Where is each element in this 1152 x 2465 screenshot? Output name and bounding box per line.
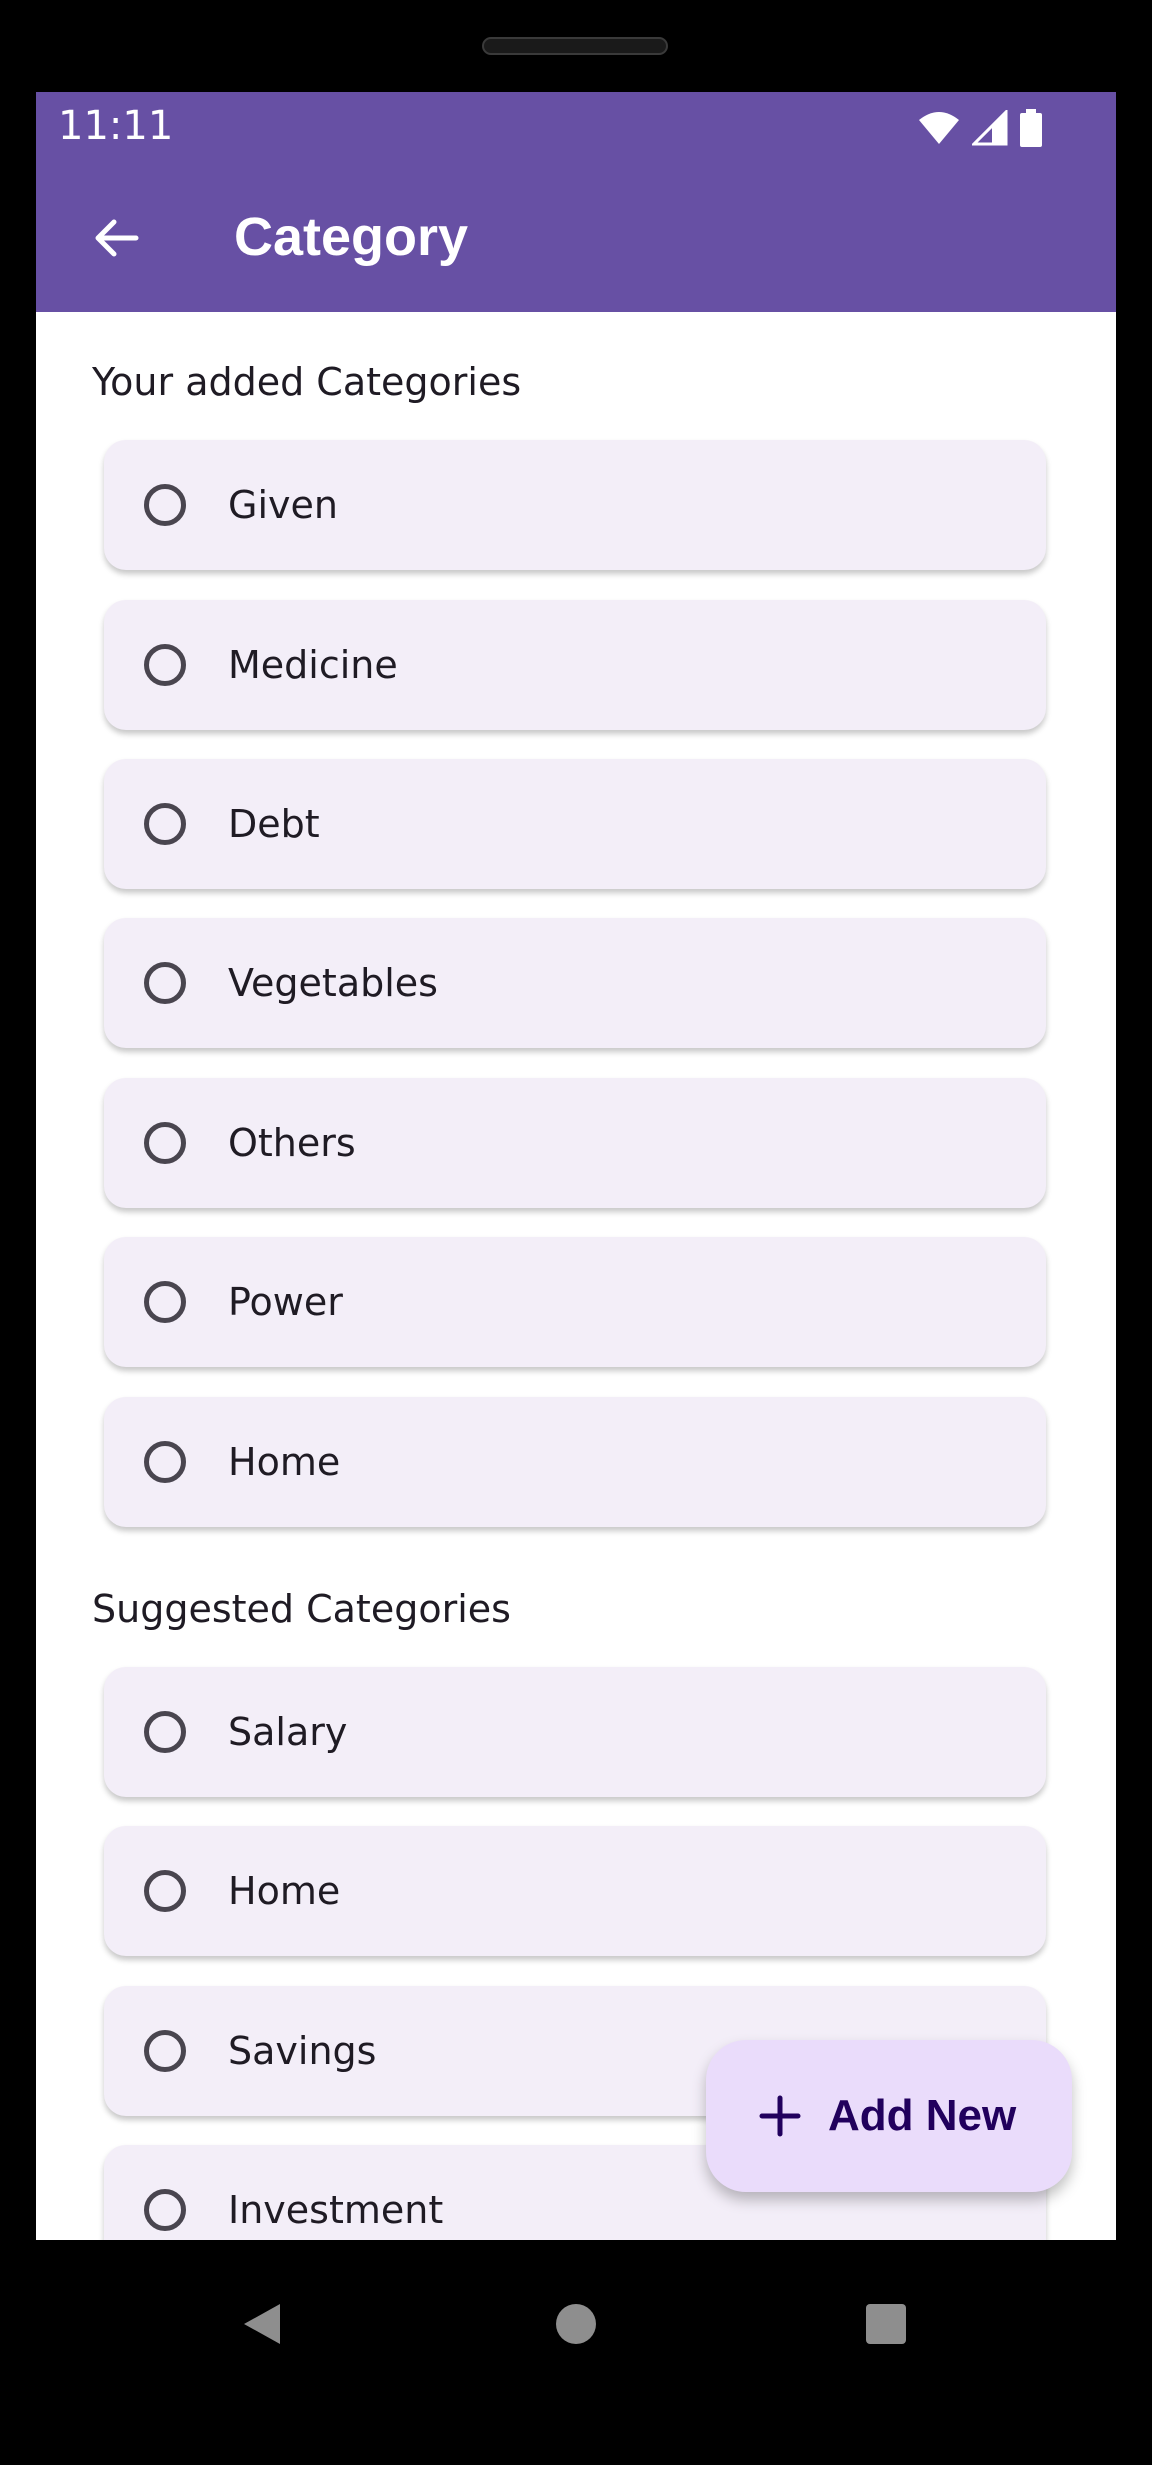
back-triangle-icon <box>244 2304 280 2344</box>
top-app-bar: Category <box>36 164 1116 312</box>
category-label: Others <box>228 1121 356 1165</box>
category-label: Given <box>228 483 338 527</box>
category-item-home[interactable]: Home <box>104 1397 1046 1527</box>
category-label: Salary <box>228 1710 348 1754</box>
suggested-item-home[interactable]: Home <box>104 1826 1046 1956</box>
arrow-back-icon <box>95 219 139 257</box>
signal-icon <box>972 110 1008 146</box>
category-label: Medicine <box>228 643 398 687</box>
radio-unchecked-icon[interactable] <box>144 2189 186 2231</box>
category-item-given[interactable]: Given <box>104 440 1046 570</box>
status-time: 11:11 <box>58 103 174 149</box>
radio-unchecked-icon[interactable] <box>144 2030 186 2072</box>
radio-unchecked-icon[interactable] <box>144 1122 186 1164</box>
wifi-icon <box>919 112 959 144</box>
battery-icon <box>1020 109 1042 147</box>
category-label: Home <box>228 1869 341 1913</box>
category-item-debt[interactable]: Debt <box>104 759 1046 889</box>
page-title: Category <box>234 207 469 267</box>
radio-unchecked-icon[interactable] <box>144 1711 186 1753</box>
radio-unchecked-icon[interactable] <box>144 1441 186 1483</box>
radio-unchecked-icon[interactable] <box>144 644 186 686</box>
add-new-label: Add New <box>828 2091 1017 2140</box>
category-list[interactable]: Your added Categories Given Medicine Deb… <box>36 312 1116 2240</box>
section-title-suggested: Suggested Categories <box>92 1587 511 1631</box>
category-label: Power <box>228 1280 343 1324</box>
status-bar: 11:11 <box>36 92 1116 164</box>
nav-home-button[interactable] <box>540 2288 612 2360</box>
nav-back-button[interactable] <box>226 2288 298 2360</box>
recents-square-icon <box>866 2304 906 2344</box>
category-label: Vegetables <box>228 961 438 1005</box>
category-label: Home <box>228 1440 341 1484</box>
category-label: Savings <box>228 2029 377 2073</box>
section-title-added: Your added Categories <box>92 360 522 404</box>
radio-unchecked-icon[interactable] <box>144 1281 186 1323</box>
nav-recents-button[interactable] <box>850 2288 922 2360</box>
radio-unchecked-icon[interactable] <box>144 962 186 1004</box>
category-item-others[interactable]: Others <box>104 1078 1046 1208</box>
category-item-power[interactable]: Power <box>104 1237 1046 1367</box>
category-item-vegetables[interactable]: Vegetables <box>104 918 1046 1048</box>
back-button[interactable] <box>76 198 156 278</box>
category-item-medicine[interactable]: Medicine <box>104 600 1046 730</box>
app-screen: 11:11 Category Your added Categories Giv… <box>36 92 1116 2240</box>
phone-frame: 11:11 Category Your added Categories Giv… <box>0 0 1152 2465</box>
add-new-button[interactable]: Add New <box>706 2040 1072 2192</box>
home-circle-icon <box>556 2304 596 2344</box>
earpiece-speaker <box>482 37 668 55</box>
radio-unchecked-icon[interactable] <box>144 803 186 845</box>
status-icons <box>918 106 1042 150</box>
category-label: Investment <box>228 2188 444 2232</box>
plus-icon <box>759 2095 801 2137</box>
system-nav-bar <box>0 2240 1152 2410</box>
suggested-item-salary[interactable]: Salary <box>104 1667 1046 1797</box>
radio-unchecked-icon[interactable] <box>144 1870 186 1912</box>
category-label: Debt <box>228 802 320 846</box>
radio-unchecked-icon[interactable] <box>144 484 186 526</box>
